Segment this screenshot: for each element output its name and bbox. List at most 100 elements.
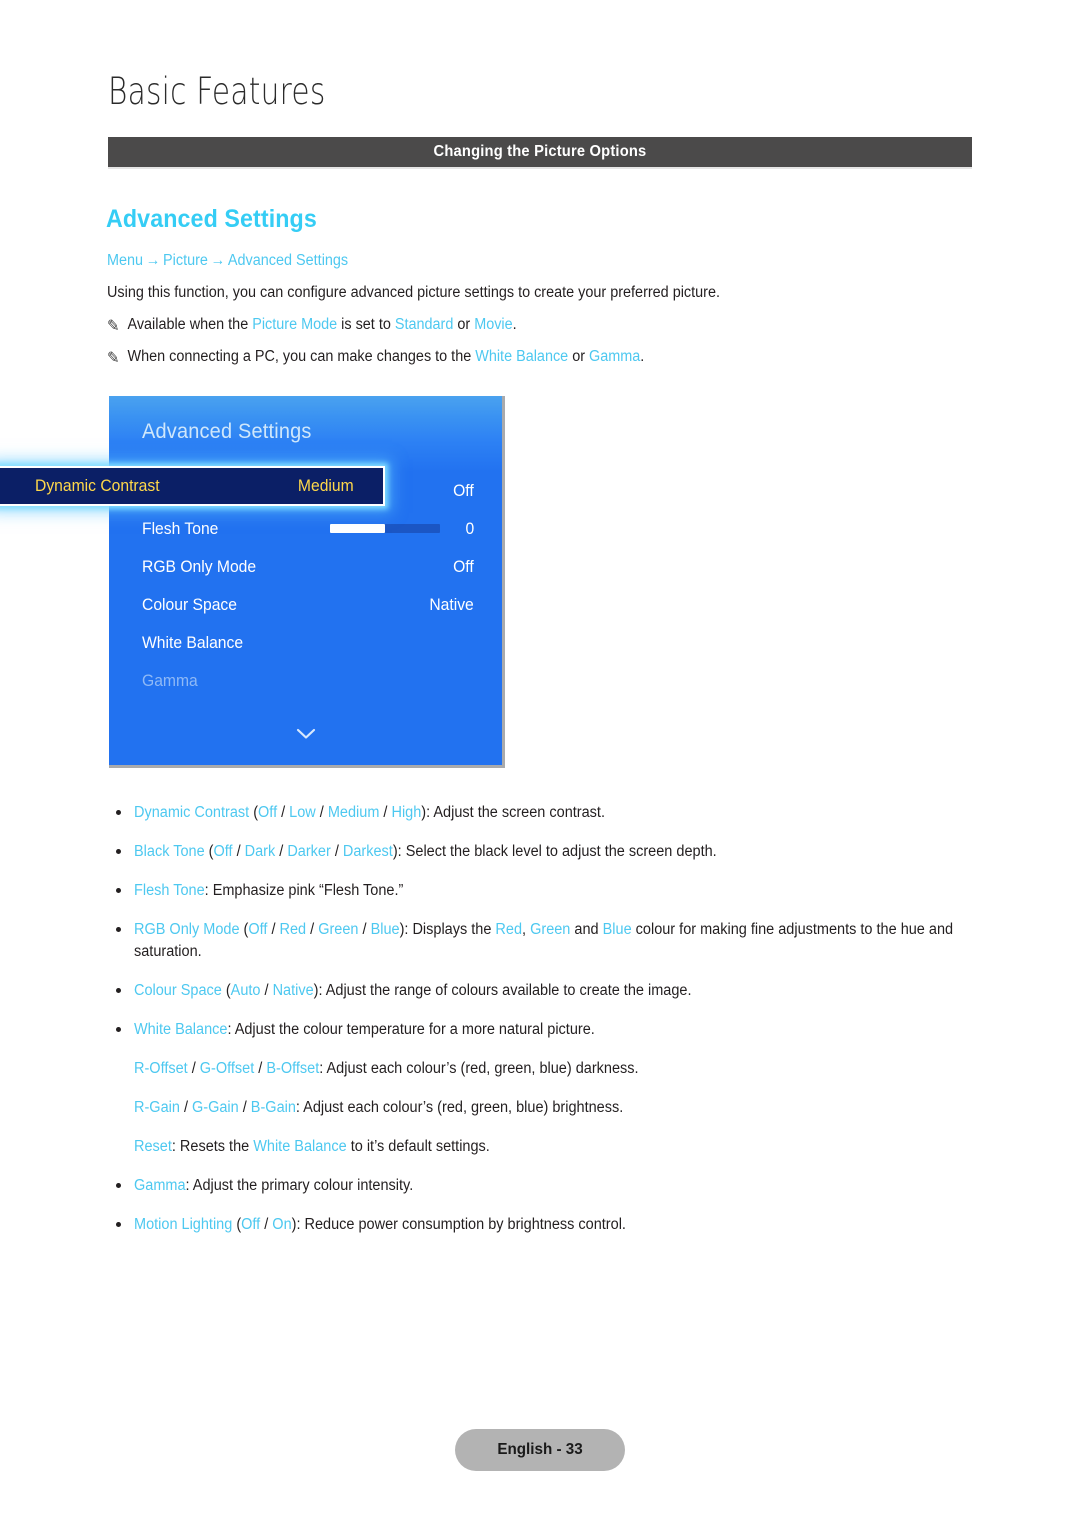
setting-link: Red bbox=[495, 921, 523, 938]
setting-link: Off bbox=[248, 921, 268, 938]
setting-link: White Balance bbox=[475, 348, 569, 365]
note-row: ✎ When connecting a PC, you can make chan… bbox=[107, 348, 644, 368]
text-run: ): Displays the bbox=[399, 921, 496, 938]
setting-link: Low bbox=[289, 804, 316, 821]
setting-link: Green bbox=[318, 921, 359, 938]
text-run: / bbox=[238, 1099, 251, 1116]
text-run: / bbox=[275, 843, 288, 860]
osd-row-value: Off bbox=[453, 558, 474, 576]
setting-link: Off bbox=[258, 804, 278, 821]
list-item: Gamma: Adjust the primary colour intensi… bbox=[110, 1175, 990, 1197]
text-run: / bbox=[260, 1216, 273, 1233]
breadcrumb-arrow-icon: → bbox=[210, 252, 226, 269]
osd-slider-fill bbox=[330, 524, 385, 533]
osd-panel-title: Advanced Settings bbox=[142, 420, 312, 443]
osd-menu-row[interactable]: Colour Space Native bbox=[109, 586, 502, 624]
text-run: ): Adjust the screen contrast. bbox=[421, 804, 605, 821]
text-run: / bbox=[330, 843, 343, 860]
text-run: / bbox=[306, 921, 319, 938]
setting-link: On bbox=[272, 1216, 292, 1233]
list-item: Dynamic Contrast (Off / Low / Medium / H… bbox=[110, 802, 990, 824]
setting-link: R-Gain bbox=[134, 1099, 180, 1116]
setting-link: Picture Mode bbox=[252, 316, 338, 333]
osd-selected-row[interactable]: Dynamic Contrast Medium bbox=[0, 466, 385, 506]
text-run: / bbox=[254, 1060, 267, 1077]
setting-link: White Balance bbox=[253, 1138, 347, 1155]
text-run: : Adjust each colour’s (red, green, blue… bbox=[319, 1060, 639, 1077]
setting-link: B-Gain bbox=[250, 1099, 296, 1116]
text-run: / bbox=[187, 1060, 200, 1077]
bullet-icon bbox=[116, 1027, 121, 1032]
list-item: Flesh Tone: Emphasize pink “Flesh Tone.” bbox=[110, 880, 990, 902]
sub-list-item: Reset: Resets the White Balance to it’s … bbox=[110, 1136, 990, 1158]
setting-link: Blue bbox=[602, 921, 632, 938]
setting-link: G-Gain bbox=[191, 1099, 239, 1116]
list-item-text: RGB Only Mode (Off / Red / Green / Blue)… bbox=[134, 919, 990, 963]
setting-link: Red bbox=[279, 921, 307, 938]
osd-row-value: 0 bbox=[465, 520, 474, 538]
setting-link: B-Offset bbox=[266, 1060, 320, 1077]
note-text: Available when the Picture Mode is set t… bbox=[127, 316, 516, 333]
note-row: ✎ Available when the Picture Mode is set … bbox=[107, 316, 517, 336]
setting-link: Flesh Tone bbox=[134, 882, 205, 899]
bullet-icon bbox=[116, 849, 121, 854]
list-item-text: Flesh Tone: Emphasize pink “Flesh Tone.” bbox=[134, 880, 990, 902]
text-run: ( bbox=[249, 804, 259, 821]
text-run: and bbox=[570, 921, 603, 938]
setting-link: Black Tone bbox=[134, 843, 205, 860]
breadcrumb-item-picture[interactable]: Picture bbox=[163, 252, 208, 269]
bullet-icon bbox=[116, 988, 121, 993]
page-title: Advanced Settings bbox=[106, 205, 317, 233]
setting-link: Native bbox=[272, 982, 314, 999]
list-item-text: Gamma: Adjust the primary colour intensi… bbox=[134, 1175, 990, 1197]
list-item: RGB Only Mode (Off / Red / Green / Blue)… bbox=[110, 919, 990, 963]
text-run: / bbox=[379, 804, 392, 821]
setting-link: Colour Space bbox=[134, 982, 222, 999]
setting-link: RGB Only Mode bbox=[134, 921, 240, 938]
osd-menu-row[interactable]: White Balance bbox=[109, 624, 502, 662]
setting-link: Blue bbox=[370, 921, 400, 938]
setting-link: Green bbox=[530, 921, 571, 938]
chevron-down-icon[interactable] bbox=[109, 726, 502, 743]
osd-row-value: Native bbox=[429, 596, 474, 614]
bullet-icon bbox=[116, 927, 121, 932]
text-run: or bbox=[568, 348, 590, 365]
breadcrumb-item-menu[interactable]: Menu bbox=[107, 252, 143, 269]
text-run: When connecting a PC, you can make chang… bbox=[127, 348, 476, 365]
text-run: ( bbox=[239, 921, 249, 938]
osd-row-label: White Balance bbox=[142, 634, 244, 652]
osd-menu-row[interactable]: RGB Only Mode Off bbox=[109, 548, 502, 586]
page-number-label: English - 33 bbox=[497, 1441, 583, 1458]
osd-menu-row[interactable]: Flesh Tone 0 bbox=[109, 510, 502, 548]
sub-list-item: R-Offset / G-Offset / B-Offset: Adjust e… bbox=[110, 1058, 990, 1080]
list-item: Motion Lighting (Off / On): Reduce power… bbox=[110, 1214, 990, 1236]
setting-link: Medium bbox=[327, 804, 380, 821]
setting-link: Gamma bbox=[134, 1177, 186, 1194]
text-run: ): Select the black level to adjust the … bbox=[392, 843, 717, 860]
osd-menu-row[interactable]: Gamma bbox=[109, 662, 502, 700]
text-run: / bbox=[260, 982, 273, 999]
text-run: or bbox=[453, 316, 475, 333]
text-run: : Adjust the primary colour intensity. bbox=[185, 1177, 414, 1194]
text-run: ( bbox=[204, 843, 214, 860]
text-run: is set to bbox=[337, 316, 395, 333]
setting-link: Standard bbox=[394, 316, 454, 333]
setting-link: Darker bbox=[287, 843, 331, 860]
osd-selected-label: Dynamic Contrast bbox=[35, 477, 160, 495]
osd-slider[interactable] bbox=[330, 524, 440, 533]
text-run: ( bbox=[232, 1216, 242, 1233]
text-run: / bbox=[232, 843, 245, 860]
text-run: : Adjust each colour’s (red, green, blue… bbox=[295, 1099, 624, 1116]
setting-link: Off bbox=[241, 1216, 261, 1233]
pencil-note-icon: ✎ bbox=[107, 318, 120, 335]
list-item: Colour Space (Auto / Native): Adjust the… bbox=[110, 980, 990, 1002]
text-run: to it’s default settings. bbox=[346, 1138, 490, 1155]
note-text: When connecting a PC, you can make chang… bbox=[127, 348, 644, 365]
breadcrumb-item-advanced-settings[interactable]: Advanced Settings bbox=[228, 252, 348, 269]
text-run: , bbox=[522, 921, 531, 938]
setting-link: Auto bbox=[230, 982, 261, 999]
osd-row-label: Colour Space bbox=[142, 596, 237, 614]
setting-link: G-Offset bbox=[199, 1060, 255, 1077]
breadcrumb-arrow-icon: → bbox=[145, 252, 161, 269]
intro-paragraph: Using this function, you can configure a… bbox=[107, 284, 720, 301]
